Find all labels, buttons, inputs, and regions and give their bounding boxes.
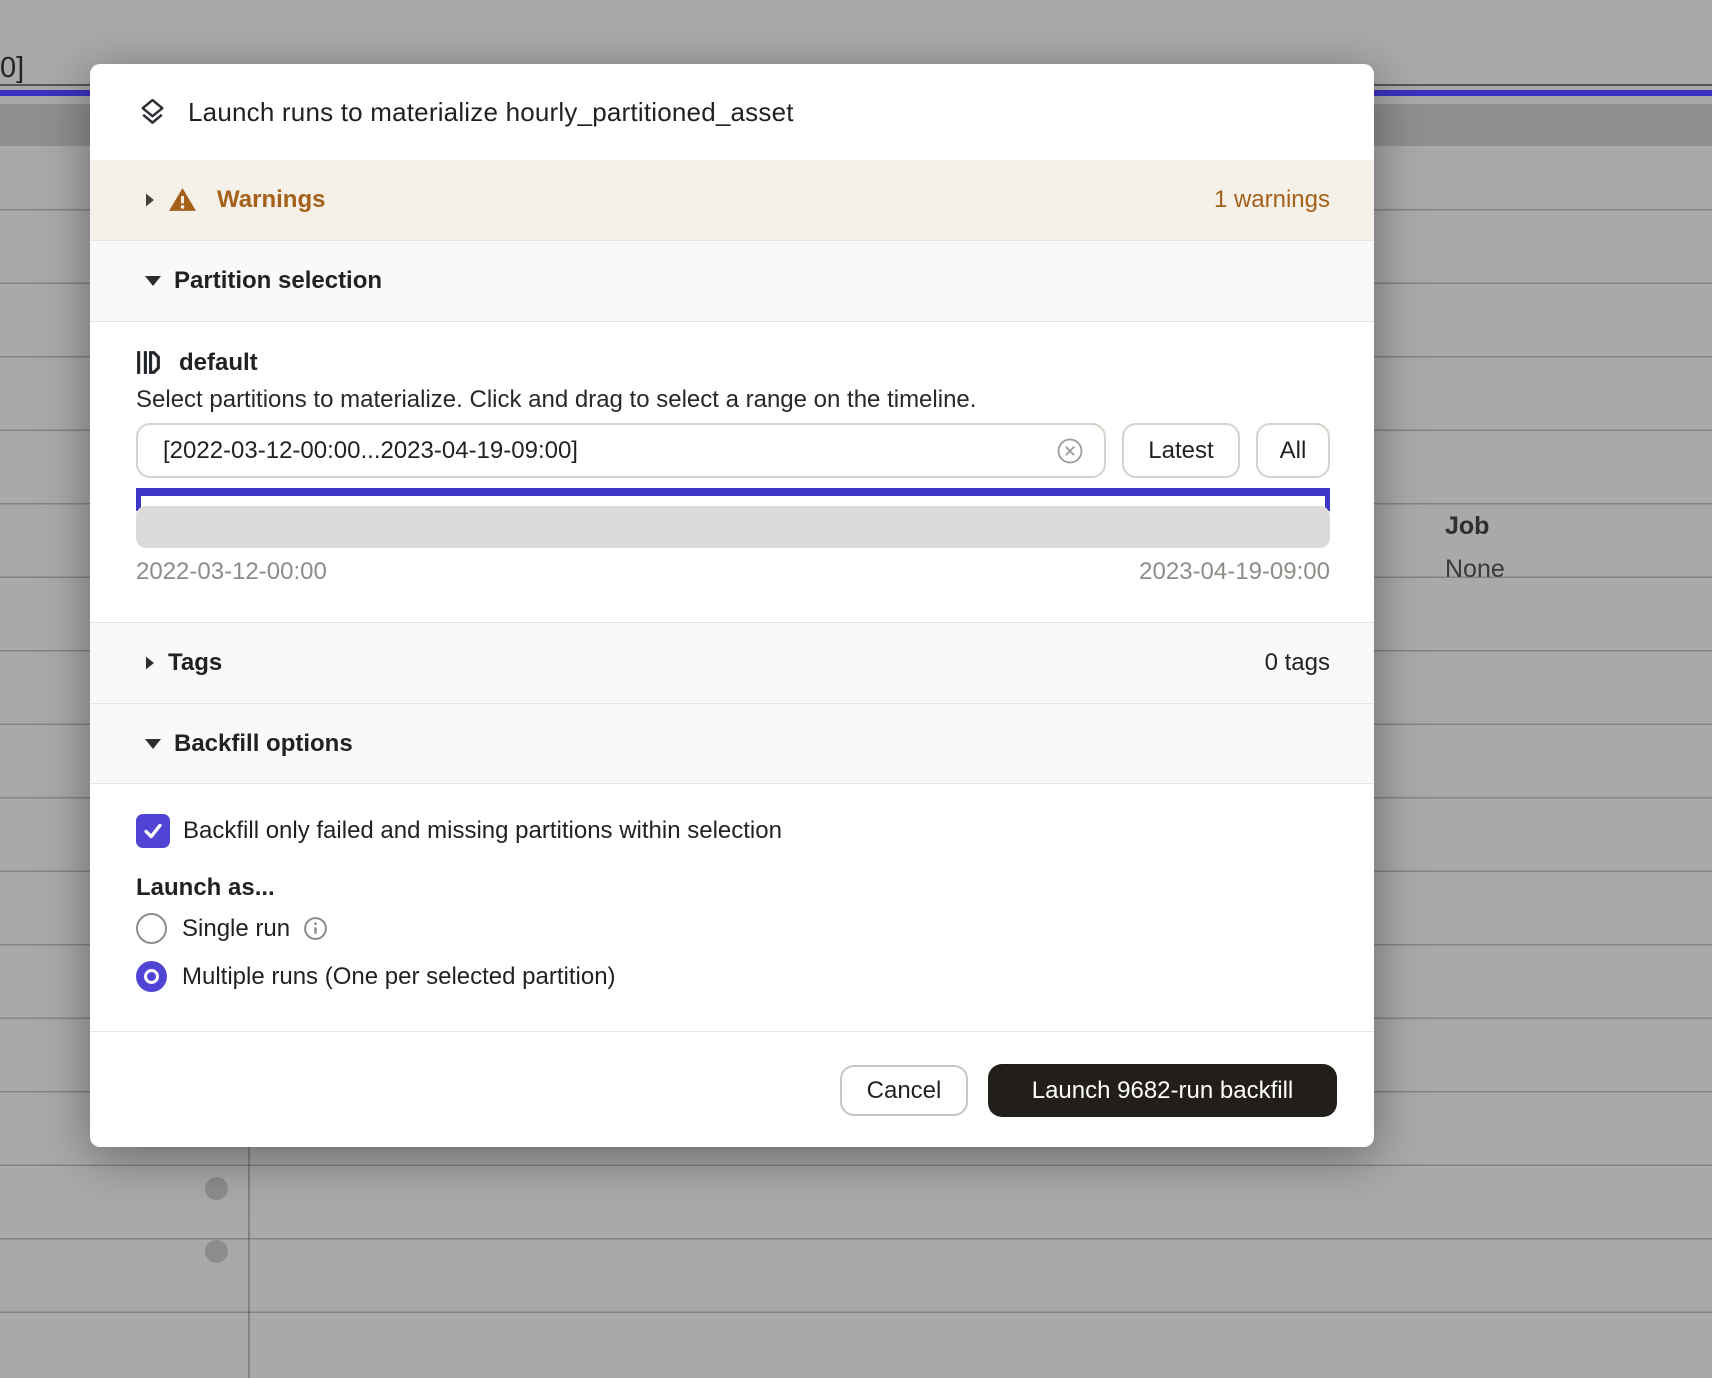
partition-timeline[interactable] <box>136 506 1330 548</box>
partition-set-icon <box>136 348 161 377</box>
timeline-end-label: 2023-04-19-09:00 <box>1139 558 1330 586</box>
info-circle-icon[interactable] <box>303 916 328 941</box>
background-job-column: Job None <box>1445 512 1505 584</box>
background-clipped-text: 0] <box>0 52 24 85</box>
chevron-down-icon <box>145 739 161 749</box>
clear-circle-x-icon[interactable] <box>1056 437 1084 465</box>
partition-instructions: Select partitions to materialize. Click … <box>136 386 976 414</box>
screen: 0] Job None Launch runs to materialize h… <box>0 0 1712 1378</box>
latest-button[interactable]: Latest <box>1122 423 1240 478</box>
tags-count-badge: 0 tags <box>1265 649 1330 677</box>
partition-selection-section-header[interactable]: Partition selection <box>90 240 1374 322</box>
checkbox-checked-icon[interactable] <box>136 814 170 848</box>
background-status-dot <box>205 1240 228 1263</box>
multiple-runs-radio-row[interactable]: Multiple runs (One per selected partitio… <box>136 961 616 992</box>
dimension-name: default <box>179 349 258 377</box>
dimension-row: default <box>136 348 258 377</box>
backfill-options-section-header[interactable]: Backfill options <box>90 704 1374 784</box>
multiple-runs-label: Multiple runs (One per selected partitio… <box>182 963 616 991</box>
selection-range-bar[interactable] <box>136 488 1330 496</box>
cancel-button[interactable]: Cancel <box>840 1065 968 1116</box>
footer-divider <box>90 1031 1374 1032</box>
background-status-dot <box>205 1177 228 1200</box>
all-button[interactable]: All <box>1256 423 1330 478</box>
job-column-value: None <box>1445 555 1505 584</box>
single-run-radio-row[interactable]: Single run <box>136 913 328 944</box>
chevron-down-icon <box>145 276 161 286</box>
job-column-header: Job <box>1445 512 1505 541</box>
warnings-section-header[interactable]: Warnings 1 warnings <box>90 160 1374 240</box>
dialog-title: Launch runs to materialize hourly_partit… <box>188 97 794 128</box>
chevron-right-icon <box>146 194 154 207</box>
failed-missing-checkbox-label: Backfill only failed and missing partiti… <box>183 817 782 845</box>
partition-range-input[interactable] <box>136 423 1106 478</box>
partition-selection-title: Partition selection <box>174 267 382 295</box>
radio-selected-icon[interactable] <box>136 961 167 992</box>
failed-missing-checkbox-row[interactable]: Backfill only failed and missing partiti… <box>136 814 782 848</box>
launch-as-label: Launch as... <box>136 874 275 902</box>
tags-section-header[interactable]: Tags 0 tags <box>90 622 1374 704</box>
backfill-options-title: Backfill options <box>174 730 353 758</box>
tags-title: Tags <box>168 649 222 677</box>
background-column-divider <box>248 1147 250 1378</box>
launch-backfill-dialog: Launch runs to materialize hourly_partit… <box>90 64 1374 1147</box>
timeline-start-label: 2022-03-12-00:00 <box>136 558 327 586</box>
timeline-labels: 2022-03-12-00:00 2023-04-19-09:00 <box>136 558 1330 586</box>
radio-unselected-icon[interactable] <box>136 913 167 944</box>
warnings-count-badge: 1 warnings <box>1214 186 1330 214</box>
launch-backfill-button[interactable]: Launch 9682-run backfill <box>988 1064 1337 1117</box>
warning-triangle-icon <box>168 187 197 213</box>
dialog-header: Launch runs to materialize hourly_partit… <box>90 64 1374 160</box>
chevron-right-icon <box>146 657 154 670</box>
asset-layers-icon <box>137 97 168 128</box>
single-run-label: Single run <box>182 915 290 943</box>
warnings-label: Warnings <box>217 186 325 214</box>
